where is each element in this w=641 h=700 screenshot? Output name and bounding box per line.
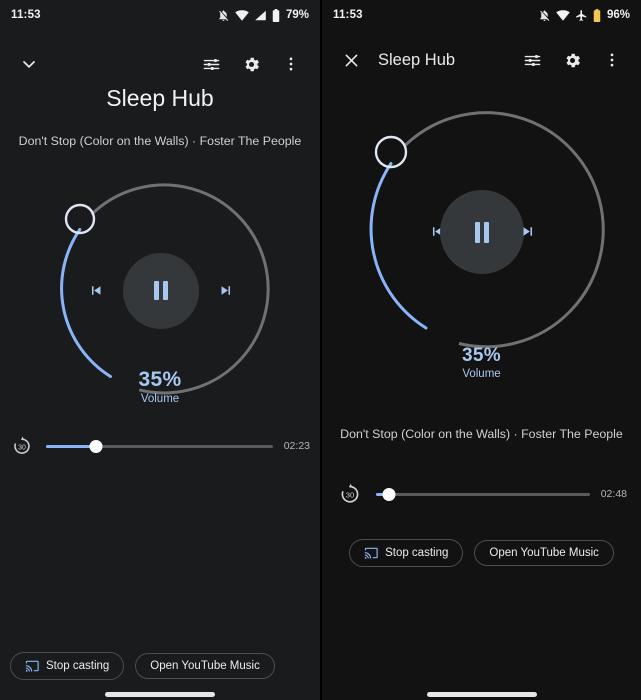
volume-dial-right[interactable] <box>356 106 608 358</box>
replay-30-icon[interactable]: 30 <box>336 480 364 508</box>
stop-casting-label: Stop casting <box>46 660 110 672</box>
battery-percentage: 79% <box>285 9 309 21</box>
stop-casting-label: Stop casting <box>385 547 449 559</box>
pause-icon[interactable] <box>122 252 199 329</box>
replay-30-icon[interactable]: 30 <box>8 432 36 460</box>
battery-saver-icon <box>593 8 601 22</box>
battery-percentage: 96% <box>606 9 630 21</box>
pause-icon[interactable] <box>440 190 524 274</box>
status-icon-group: 79% <box>217 8 309 22</box>
left-panel: 11:53 79% Sleep Hub Don't Stop (Color on… <box>0 0 320 700</box>
app-bar-right: Sleep Hub <box>322 38 641 82</box>
skip-previous-icon[interactable] <box>81 276 109 304</box>
notifications-off-icon <box>217 9 230 22</box>
seek-track <box>376 492 590 496</box>
more-vert-icon[interactable] <box>274 47 308 81</box>
seek-slider-right[interactable] <box>376 484 590 504</box>
tune-icon[interactable] <box>515 43 549 77</box>
app-bar-left <box>0 42 320 86</box>
dual-screenshot-comparison: 11:53 79% Sleep Hub Don't Stop (Color on… <box>0 0 641 700</box>
svg-text:30: 30 <box>18 444 26 451</box>
open-youtube-music-label: Open YouTube Music <box>489 547 599 559</box>
status-bar-right: 11:53 96% <box>322 0 641 30</box>
action-row-right: Stop casting Open YouTube Music <box>322 539 641 567</box>
signal-icon <box>254 10 267 21</box>
volume-label: Volume <box>462 368 501 380</box>
open-youtube-music-button[interactable]: Open YouTube Music <box>474 540 614 566</box>
svg-text:30: 30 <box>346 491 354 500</box>
seek-knob[interactable] <box>89 439 103 453</box>
gear-icon[interactable] <box>234 47 268 81</box>
stop-casting-button[interactable]: Stop casting <box>349 539 464 567</box>
track-subtitle: Don't Stop (Color on the Walls) · Foster… <box>18 134 302 148</box>
home-indicator-right <box>426 692 537 697</box>
seek-knob[interactable] <box>382 487 396 501</box>
chevron-down-icon[interactable] <box>12 47 46 81</box>
volume-readout-left: 35% Volume <box>0 368 320 405</box>
close-icon[interactable] <box>334 43 368 77</box>
wifi-icon <box>235 9 249 21</box>
status-bar-left: 11:53 79% <box>0 0 320 30</box>
seek-slider-left[interactable] <box>46 436 273 456</box>
cast-connected-icon <box>25 659 39 673</box>
seek-row-left: 30 02:23 <box>8 432 310 460</box>
page-title: Sleep Hub <box>378 50 456 69</box>
volume-label: Volume <box>140 393 180 405</box>
home-indicator-left <box>105 692 215 697</box>
status-time: 11:53 <box>333 9 363 21</box>
volume-percent: 35% <box>138 368 182 391</box>
more-vert-icon[interactable] <box>595 43 629 77</box>
seek-row-right: 30 02:48 <box>336 480 627 508</box>
skip-next-icon[interactable] <box>514 217 542 245</box>
status-icon-group: 96% <box>538 8 630 22</box>
volume-readout-right: 35% Volume <box>322 345 641 380</box>
stop-casting-button[interactable]: Stop casting <box>10 652 125 680</box>
open-youtube-music-button[interactable]: Open YouTube Music <box>135 653 275 679</box>
page-title: Sleep Hub <box>106 85 214 111</box>
notifications-off-icon <box>538 9 551 22</box>
tune-icon[interactable] <box>194 47 228 81</box>
seek-time: 02:48 <box>600 488 627 500</box>
battery-icon <box>272 8 280 22</box>
volume-percent: 35% <box>462 345 501 366</box>
open-youtube-music-label: Open YouTube Music <box>150 660 260 672</box>
skip-next-icon[interactable] <box>212 276 240 304</box>
cast-connected-icon <box>364 546 378 560</box>
action-row-left: Stop casting Open YouTube Music <box>10 652 275 680</box>
gear-icon[interactable] <box>555 43 589 77</box>
app-bar-actions-left <box>194 47 308 81</box>
airplane-icon <box>575 9 588 22</box>
right-panel: 11:53 96% Sleep Hub 35% Volume Don't Sto… <box>322 0 641 700</box>
track-subtitle: Don't Stop (Color on the Walls) · Foster… <box>340 427 623 441</box>
status-time: 11:53 <box>11 9 41 21</box>
wifi-icon <box>556 9 570 21</box>
app-bar-actions-right <box>515 43 629 77</box>
seek-time: 02:23 <box>283 440 310 452</box>
